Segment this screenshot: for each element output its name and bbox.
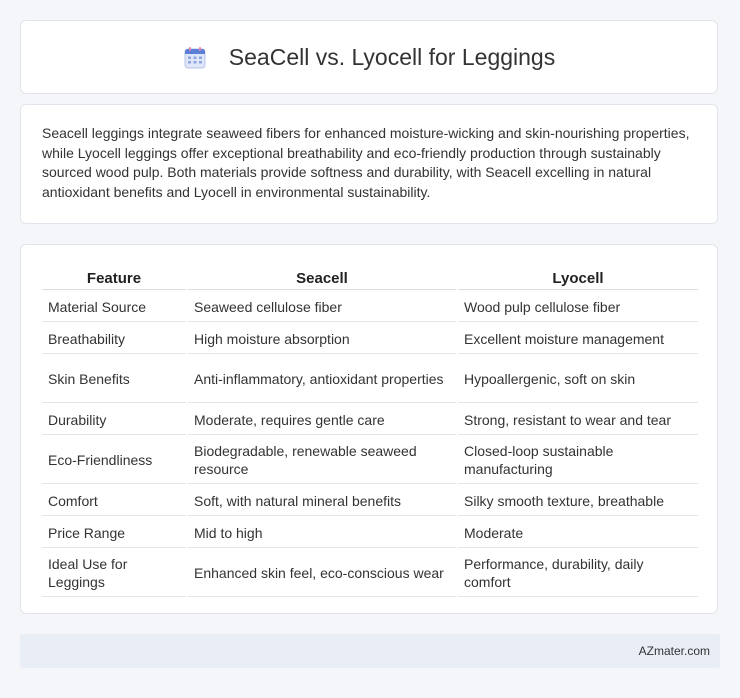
feature-cell: Eco-Friendliness	[42, 437, 186, 484]
comparison-card: Feature Seacell Lyocell Material Source …	[20, 244, 718, 614]
table-row: Durability Moderate, requires gentle car…	[42, 405, 698, 435]
table-row: Skin Benefits Anti-inflammatory, antioxi…	[42, 356, 698, 403]
table-row: Breathability High moisture absorption E…	[42, 324, 698, 354]
seacell-cell: Enhanced skin feel, eco-conscious wear	[188, 550, 456, 597]
table-row: Eco-Friendliness Biodegradable, renewabl…	[42, 437, 698, 484]
feature-cell: Skin Benefits	[42, 356, 186, 403]
seacell-cell: Soft, with natural mineral benefits	[188, 486, 456, 516]
seacell-cell: Mid to high	[188, 518, 456, 548]
comparison-table: Feature Seacell Lyocell Material Source …	[40, 267, 700, 599]
feature-cell: Price Range	[42, 518, 186, 548]
seacell-cell: Anti-inflammatory, antioxidant propertie…	[188, 356, 456, 403]
feature-cell: Comfort	[42, 486, 186, 516]
table-row: Comfort Soft, with natural mineral benef…	[42, 486, 698, 516]
title-card: SeaCell vs. Lyocell for Leggings	[20, 20, 718, 94]
table-row: Material Source Seaweed cellulose fiber …	[42, 292, 698, 322]
table-header-row: Feature Seacell Lyocell	[42, 269, 698, 290]
lyocell-cell: Performance, durability, daily comfort	[458, 550, 698, 597]
feature-cell: Material Source	[42, 292, 186, 322]
footer-bar: AZmater.com	[20, 634, 720, 668]
lyocell-cell: Hypoallergenic, soft on skin	[458, 356, 698, 403]
lyocell-cell: Wood pulp cellulose fiber	[458, 292, 698, 322]
lyocell-cell: Strong, resistant to wear and tear	[458, 405, 698, 435]
seacell-cell: Moderate, requires gentle care	[188, 405, 456, 435]
summary-card: Seacell leggings integrate seaweed fiber…	[20, 104, 718, 224]
feature-cell: Durability	[42, 405, 186, 435]
summary-paragraph: Seacell leggings integrate seaweed fiber…	[42, 125, 690, 200]
table-row: Ideal Use for Leggings Enhanced skin fee…	[42, 550, 698, 597]
seacell-cell: Biodegradable, renewable seaweed resourc…	[188, 437, 456, 484]
calendar-icon	[184, 47, 206, 69]
feature-cell: Ideal Use for Leggings	[42, 550, 186, 597]
table-row: Price Range Mid to high Moderate	[42, 518, 698, 548]
lyocell-cell: Closed-loop sustainable manufacturing	[458, 437, 698, 484]
header-lyocell: Lyocell	[458, 269, 698, 290]
header-feature: Feature	[42, 269, 186, 290]
feature-cell: Breathability	[42, 324, 186, 354]
header-seacell: Seacell	[188, 269, 456, 290]
lyocell-cell: Moderate	[458, 518, 698, 548]
seacell-cell: High moisture absorption	[188, 324, 456, 354]
seacell-cell: Seaweed cellulose fiber	[188, 292, 456, 322]
footer-brand: AZmater.com	[638, 644, 710, 658]
lyocell-cell: Silky smooth texture, breathable	[458, 486, 698, 516]
lyocell-cell: Excellent moisture management	[458, 324, 698, 354]
page-title: SeaCell vs. Lyocell for Leggings	[228, 43, 556, 70]
